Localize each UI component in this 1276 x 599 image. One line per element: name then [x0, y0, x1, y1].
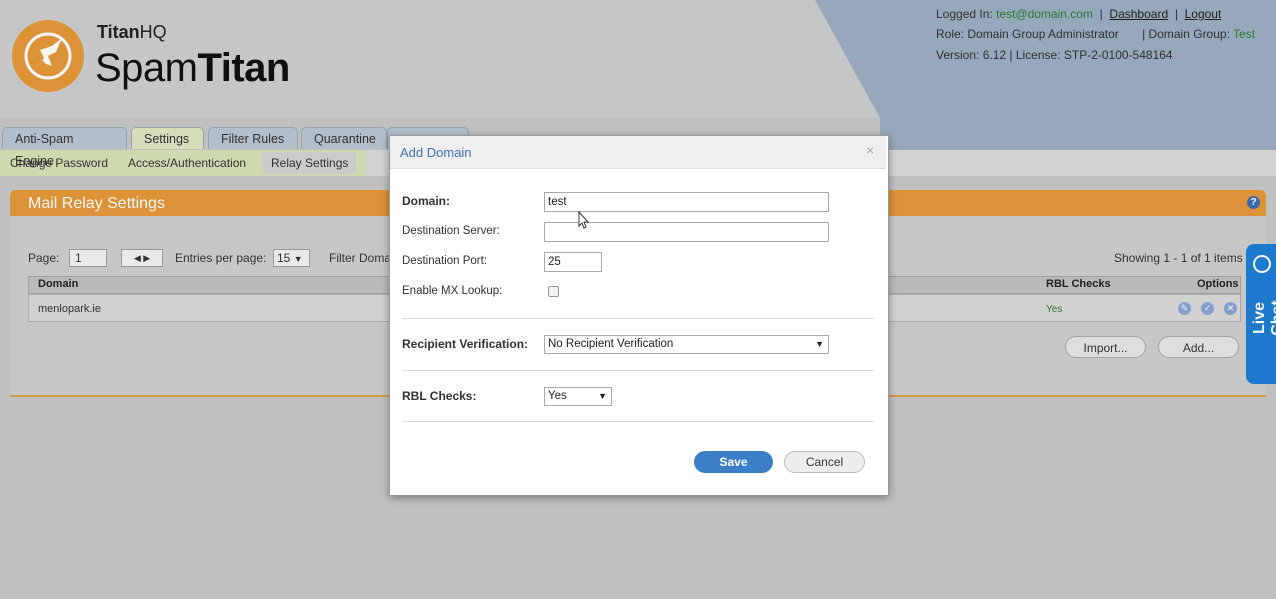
divider [402, 370, 874, 371]
rbl-checks-select[interactable]: Yes ▼ [544, 387, 612, 406]
mouse-cursor-icon [578, 210, 590, 232]
destination-server-label: Destination Server: [402, 225, 500, 237]
chevron-down-icon: ▼ [815, 339, 824, 349]
dialog-title: Add Domain [400, 145, 472, 160]
divider [402, 318, 874, 319]
divider [402, 421, 874, 422]
destination-port-input[interactable]: 25 [544, 252, 602, 272]
close-icon[interactable]: × [866, 142, 874, 158]
domain-label: Domain: [402, 194, 450, 208]
recipient-verification-value: No Recipient Verification [548, 338, 674, 350]
mx-lookup-checkbox[interactable] [548, 286, 559, 297]
rbl-checks-value: Yes [548, 390, 567, 402]
mx-lookup-label: Enable MX Lookup: [402, 285, 503, 297]
add-domain-dialog [389, 135, 889, 496]
destination-port-label: Destination Port: [402, 255, 488, 267]
domain-input[interactable]: test [544, 192, 829, 212]
save-button[interactable]: Save [694, 451, 773, 473]
cancel-button[interactable]: Cancel [784, 451, 865, 473]
rbl-checks-label: RBL Checks: [402, 389, 477, 403]
recipient-verification-select[interactable]: No Recipient Verification ▼ [544, 335, 829, 354]
chevron-down-icon: ▼ [598, 391, 607, 401]
recipient-verification-label: Recipient Verification: [402, 337, 529, 351]
